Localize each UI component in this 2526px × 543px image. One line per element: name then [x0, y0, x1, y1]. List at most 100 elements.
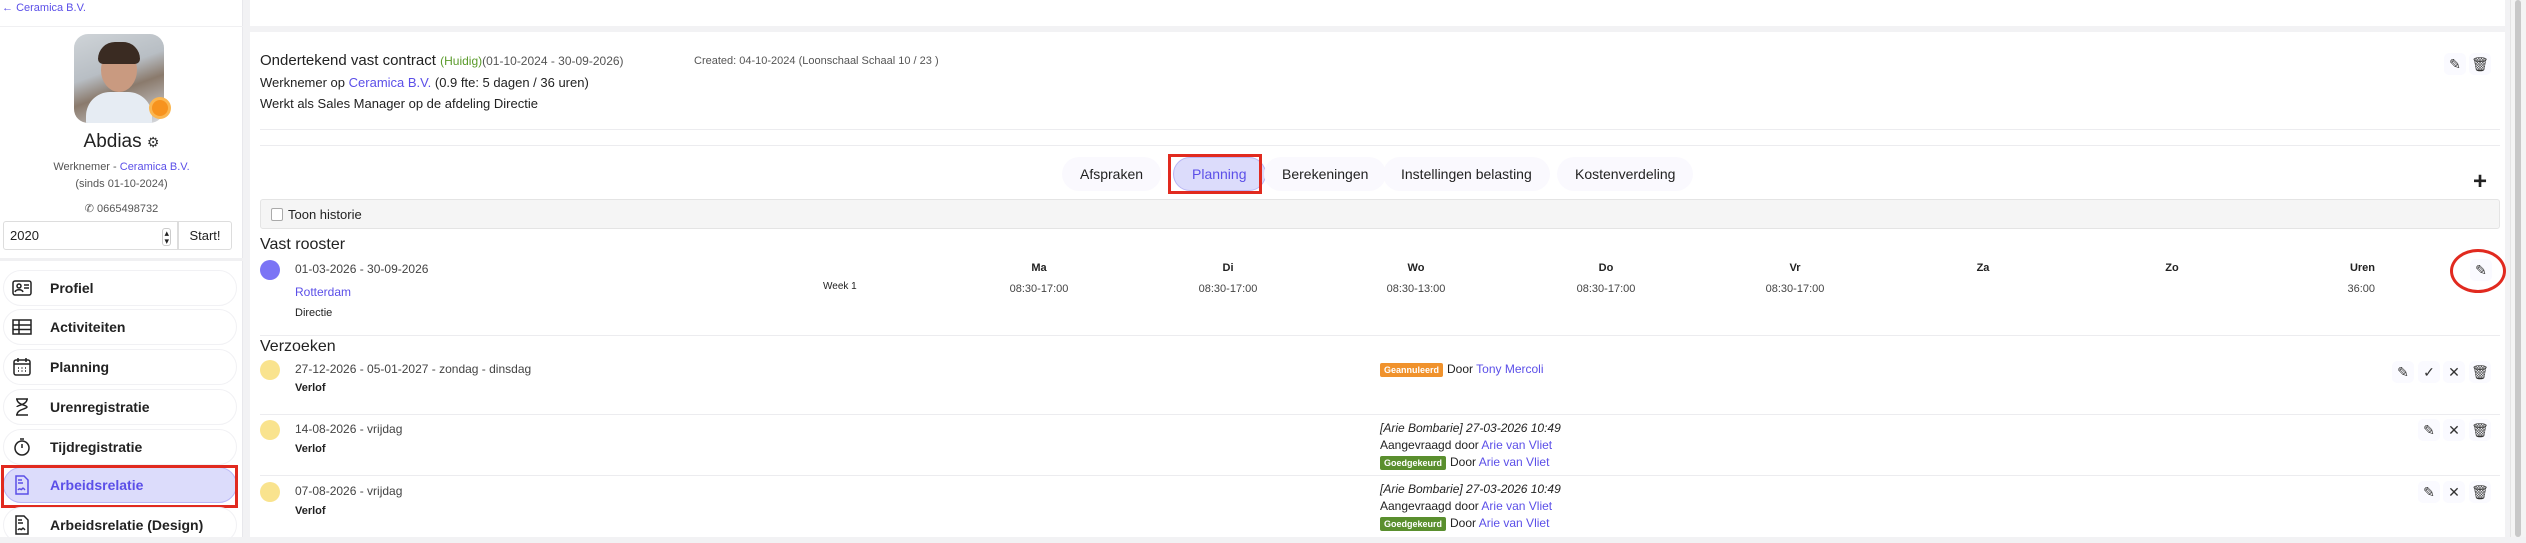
request-type: Verlof — [295, 443, 326, 455]
day-label: Vr — [1789, 262, 1801, 274]
employee-fte: (0.9 fte: 5 dagen / 36 uren) — [431, 75, 589, 90]
user-link[interactable]: Arie van Vliet — [1479, 516, 1550, 530]
document-icon — [15, 515, 29, 535]
employee-prefix: Werknemer op — [260, 75, 349, 90]
reject-x-icon[interactable]: ✕ — [2443, 419, 2465, 441]
day-ma: Ma 08:30-17:00 — [979, 262, 1099, 295]
edit-pencil-icon[interactable]: ✎ — [2418, 481, 2440, 503]
sidebar-item-tijdregistratie[interactable]: Tijdregistratie — [3, 429, 237, 465]
sidebar-item-arbeidsrelatie-design[interactable]: Arbeidsrelatie (Design) — [3, 507, 237, 543]
nav-label: Arbeidsrelatie (Design) — [50, 517, 204, 533]
table-icon — [12, 319, 32, 335]
request-note: [Arie Bombarie] 27-03-2026 10:49 — [1380, 421, 1561, 435]
divider — [0, 26, 243, 27]
start-button[interactable]: Start! — [178, 221, 232, 250]
company-link[interactable]: Ceramica B.V. — [120, 161, 190, 173]
phone-number: 0665498732 — [97, 203, 159, 215]
day-label: Wo — [1407, 262, 1425, 274]
request-color-dot — [260, 420, 280, 440]
contract-role-line: Werkt als Sales Manager op de afdeling D… — [260, 96, 538, 111]
stepper-icon[interactable]: ▴ ▾ — [162, 228, 171, 246]
rooster-location-link[interactable]: Rotterdam — [295, 285, 351, 299]
rooster-period: 01-03-2026 - 30-09-2026 — [295, 262, 429, 276]
edit-contract-pencil-icon[interactable]: ✎ — [2444, 53, 2466, 75]
reject-x-icon[interactable]: ✕ — [2443, 481, 2465, 503]
day-za: Za — [1923, 262, 2043, 283]
user-link[interactable]: Tony Mercoli — [1476, 362, 1543, 376]
sidebar-item-activiteiten[interactable]: Activiteiten — [3, 309, 237, 345]
sun-status-icon — [152, 100, 168, 116]
hours-total: Uren 36:00 — [2315, 262, 2375, 295]
main-content: Ondertekend vast contract (Huidig)(01-10… — [250, 0, 2506, 537]
door-label: Door — [1447, 362, 1477, 376]
user-link[interactable]: Arie van Vliet — [1479, 455, 1550, 469]
sidebar-item-urenregistratie[interactable]: Urenregistratie — [3, 389, 237, 425]
hourglass-icon — [16, 398, 28, 416]
tab-instellingen-belasting[interactable]: Instellingen belasting — [1383, 157, 1550, 191]
user-link[interactable]: Arie van Vliet — [1481, 438, 1552, 452]
since-label: (sinds 01-10-2024) — [75, 178, 168, 190]
rooster-color-dot — [260, 260, 280, 280]
employee-company-link[interactable]: Ceramica B.V. — [349, 75, 432, 90]
toon-historie-bar: Toon historie — [260, 199, 2500, 229]
nav-label: Tijdregistratie — [50, 439, 143, 455]
rooster-week: Week 1 — [823, 281, 857, 292]
contract-header: Ondertekend vast contract (Huidig)(01-10… — [260, 52, 624, 69]
year-input[interactable]: 2020 ▴ ▾ — [3, 221, 178, 250]
day-di: Di 08:30-17:00 — [1168, 262, 1288, 295]
rooster-department: Directie — [295, 307, 333, 319]
day-wo: Wo 08:30-13:00 — [1356, 262, 1476, 295]
sidebar-item-profiel[interactable]: Profiel — [3, 270, 237, 306]
day-label: Do — [1598, 262, 1614, 274]
highlight-annotation — [1168, 154, 1262, 194]
verzoeken-title: Verzoeken — [260, 338, 336, 355]
scrollbar-thumb[interactable] — [2515, 0, 2521, 537]
day-time: 08:30-17:00 — [1576, 283, 1636, 295]
user-link[interactable]: Arie van Vliet — [1481, 499, 1552, 513]
day-label: Ma — [1031, 262, 1047, 274]
tab-afspraken[interactable]: Afspraken — [1062, 157, 1162, 191]
delete-trash-icon[interactable]: 🗑 — [2469, 481, 2491, 503]
id-card-icon — [12, 280, 32, 296]
arrow-left-icon: ← — [2, 2, 13, 14]
sidebar-item-planning[interactable]: Planning — [3, 349, 237, 385]
edit-pencil-icon[interactable]: ✎ — [2392, 361, 2414, 383]
nav-label: Planning — [50, 359, 110, 375]
scrollbar[interactable] — [2510, 0, 2526, 537]
edit-pencil-icon[interactable]: ✎ — [2418, 419, 2440, 441]
settings-gear-icon[interactable]: ⚙ — [147, 134, 160, 150]
employee-name: Abdias — [83, 131, 142, 152]
nav-label: Activiteiten — [50, 319, 126, 335]
divider — [260, 145, 2500, 146]
request-date: 07-08-2026 - vrijdag — [295, 484, 403, 498]
divider — [0, 258, 243, 261]
door-label: Door — [1450, 516, 1479, 530]
toon-historie-label: Toon historie — [288, 206, 362, 222]
avatar[interactable] — [74, 34, 164, 123]
contract-title: Ondertekend vast contract — [260, 52, 436, 69]
add-plus-icon[interactable]: + — [2473, 168, 2487, 196]
status-badge-approved: Goedgekeurd — [1380, 456, 1447, 470]
highlight-circle-annotation — [2450, 249, 2506, 293]
toon-historie-checkbox[interactable] — [271, 207, 283, 221]
tab-berekeningen[interactable]: Berekeningen — [1264, 157, 1387, 191]
day-label: Zo — [2165, 262, 2179, 274]
back-link[interactable]: ← Ceramica B.V. — [2, 2, 86, 14]
day-label: Di — [1222, 262, 1234, 274]
divider — [260, 335, 2500, 336]
hours-label: Uren — [2349, 262, 2375, 274]
reject-x-icon[interactable]: ✕ — [2443, 361, 2465, 383]
delete-trash-icon[interactable]: 🗑 — [2469, 361, 2491, 383]
tab-kostenverdeling[interactable]: Kostenverdeling — [1557, 157, 1694, 191]
day-time: 08:30-17:00 — [1765, 283, 1825, 295]
approve-check-icon[interactable]: ✓ — [2418, 361, 2440, 383]
highlight-annotation — [1, 465, 238, 508]
delete-trash-icon[interactable]: 🗑 — [2469, 419, 2491, 441]
delete-contract-trash-icon[interactable]: 🗑 — [2469, 53, 2491, 75]
request-color-dot — [260, 360, 280, 380]
divider — [260, 129, 2500, 130]
day-vr: Vr 08:30-17:00 — [1735, 262, 1855, 295]
request-date: 27-12-2026 - 05-01-2027 - zondag - dinsd… — [295, 362, 532, 376]
stopwatch-icon — [14, 438, 30, 456]
day-do: Do 08:30-17:00 — [1546, 262, 1666, 295]
